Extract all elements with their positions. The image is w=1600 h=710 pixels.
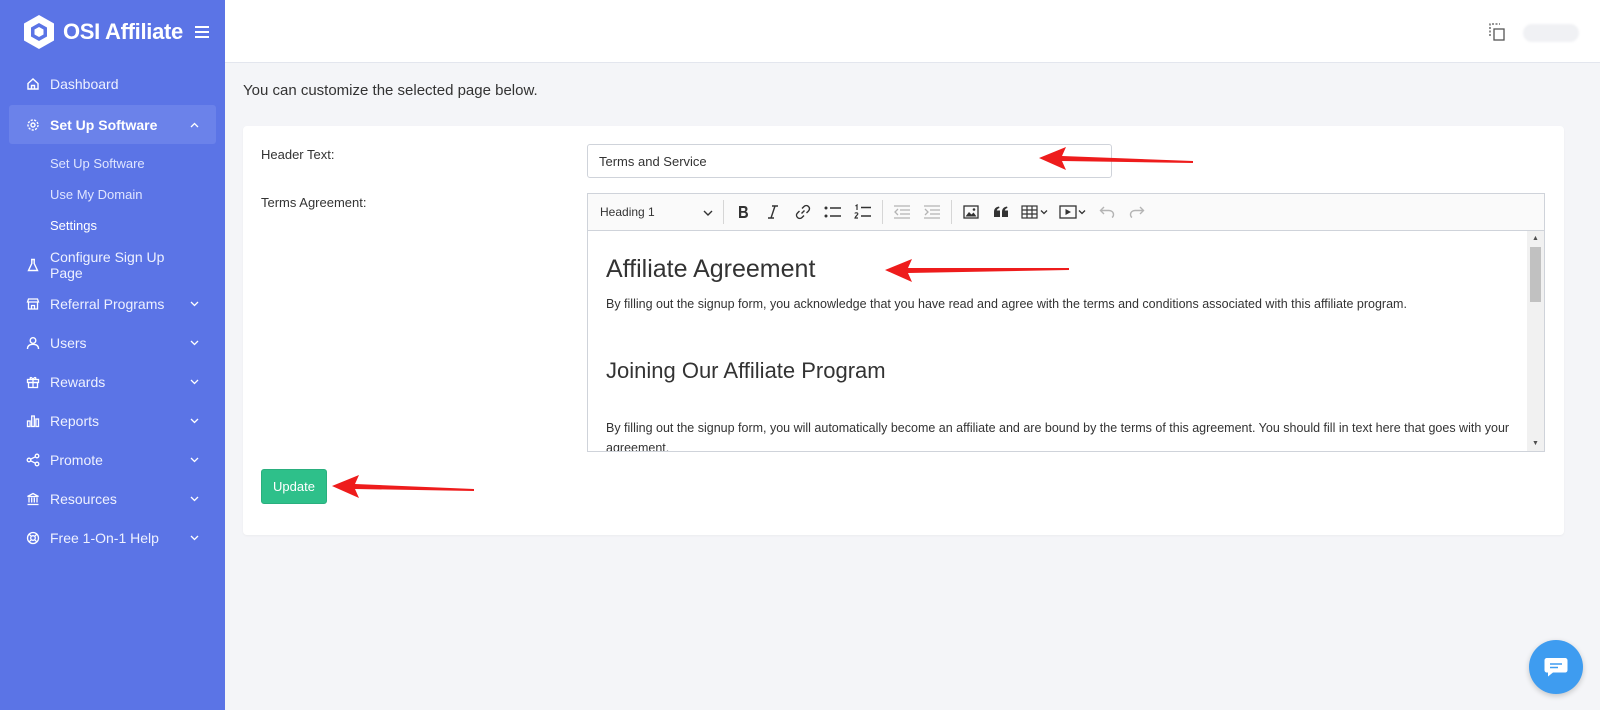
sidebar-item-label: Rewards bbox=[50, 373, 106, 390]
header-text-label: Header Text: bbox=[261, 147, 335, 162]
brand: OSI Affiliate bbox=[0, 0, 225, 64]
sidebar-subnav-set-up-software: Set Up Software Use My Domain Settings bbox=[0, 148, 225, 241]
sidebar-item-label: Dashboard bbox=[50, 75, 119, 92]
annotation-arrow-icon bbox=[1039, 147, 1193, 170]
terms-agreement-label: Terms Agreement: bbox=[261, 195, 367, 210]
sidebar-item-label: Set Up Software bbox=[50, 116, 158, 133]
sidebar-item-label: Reports bbox=[50, 412, 100, 429]
chevron-up-icon bbox=[189, 120, 199, 130]
undo-icon[interactable] bbox=[1092, 199, 1122, 225]
link-icon[interactable] bbox=[788, 199, 818, 225]
scrollbar-thumb[interactable] bbox=[1530, 247, 1541, 302]
copy-page-icon[interactable] bbox=[1488, 22, 1506, 42]
lifebuoy-icon bbox=[25, 530, 40, 545]
insert-table-icon[interactable] bbox=[1016, 199, 1054, 225]
annotation-arrow-icon bbox=[885, 259, 1069, 282]
user-avatar[interactable] bbox=[1523, 24, 1579, 42]
app-name: OSI Affiliate bbox=[63, 19, 183, 44]
scroll-up-arrow-icon[interactable]: ▲ bbox=[1527, 231, 1544, 246]
sidebar-item-free-help[interactable]: Free 1-On-1 Help bbox=[0, 518, 225, 557]
share-icon bbox=[25, 452, 40, 467]
insert-media-icon[interactable] bbox=[1054, 199, 1092, 225]
chevron-down-icon bbox=[189, 416, 199, 426]
sidebar-item-dashboard[interactable]: Dashboard bbox=[0, 64, 225, 103]
toolbar-divider bbox=[723, 200, 724, 224]
chevron-down-icon bbox=[189, 377, 199, 387]
sidebar-item-referral-programs[interactable]: Referral Programs bbox=[0, 284, 225, 323]
joining-heading: Joining Our Affiliate Program bbox=[606, 358, 886, 383]
chevron-down-icon bbox=[189, 533, 199, 543]
scroll-down-arrow-icon[interactable]: ▼ bbox=[1527, 436, 1544, 451]
sidebar-item-reports[interactable]: Reports bbox=[0, 401, 225, 440]
bank-icon bbox=[25, 491, 40, 506]
outdent-icon[interactable] bbox=[887, 199, 917, 225]
insert-image-icon[interactable] bbox=[956, 199, 986, 225]
editor-toolbar: Heading 1 bbox=[588, 194, 1544, 231]
sidebar-item-label: Promote bbox=[50, 451, 103, 468]
sidebar-subitem-set-up-software[interactable]: Set Up Software bbox=[0, 148, 225, 179]
italic-icon[interactable] bbox=[758, 199, 788, 225]
heading-dropdown[interactable]: Heading 1 bbox=[594, 200, 719, 225]
sidebar-subitem-use-my-domain[interactable]: Use My Domain bbox=[0, 179, 225, 210]
joining-paragraph: By filling out the signup form, you will… bbox=[606, 421, 1510, 451]
block-quote-icon[interactable] bbox=[986, 199, 1016, 225]
sidebar-item-label: Users bbox=[50, 334, 87, 351]
indent-icon[interactable] bbox=[917, 199, 947, 225]
update-button[interactable]: Update bbox=[261, 469, 327, 504]
chevron-down-icon bbox=[189, 299, 199, 309]
chat-bubble-icon[interactable] bbox=[1529, 640, 1583, 694]
sidebar-item-configure-sign-up-page[interactable]: Configure Sign Up Page bbox=[0, 245, 225, 284]
bar-chart-icon bbox=[25, 413, 40, 428]
terms-editor: Heading 1 Affiliate Agreement By filling… bbox=[587, 193, 1545, 452]
bulleted-list-icon[interactable] bbox=[818, 199, 848, 225]
redo-icon[interactable] bbox=[1122, 199, 1152, 225]
home-icon bbox=[25, 76, 40, 91]
sidebar: OSI Affiliate Dashboard Set Up Software … bbox=[0, 0, 225, 710]
chevron-down-icon bbox=[189, 338, 199, 348]
gear-icon bbox=[25, 117, 40, 132]
sidebar-item-resources[interactable]: Resources bbox=[0, 479, 225, 518]
hamburger-menu-icon[interactable] bbox=[194, 23, 209, 41]
chevron-down-icon bbox=[189, 494, 199, 504]
sidebar-item-set-up-software[interactable]: Set Up Software bbox=[9, 105, 216, 144]
toolbar-divider bbox=[882, 200, 883, 224]
editor-scrollbar[interactable]: ▲ ▼ bbox=[1527, 231, 1544, 451]
sidebar-item-promote[interactable]: Promote bbox=[0, 440, 225, 479]
annotation-arrow-icon bbox=[332, 475, 474, 498]
user-icon bbox=[25, 335, 40, 350]
flask-icon bbox=[25, 257, 40, 272]
sidebar-item-label: Free 1-On-1 Help bbox=[50, 529, 159, 546]
chevron-down-icon bbox=[189, 455, 199, 465]
sidebar-item-label: Configure Sign Up Page bbox=[50, 248, 165, 281]
agreement-intro-paragraph: By filling out the signup form, you ackn… bbox=[606, 297, 1407, 311]
sidebar-item-users[interactable]: Users bbox=[0, 323, 225, 362]
sidebar-item-label: Resources bbox=[50, 490, 117, 507]
chevron-down-icon bbox=[703, 205, 713, 219]
topbar bbox=[225, 0, 1600, 63]
bold-icon[interactable] bbox=[728, 199, 758, 225]
store-icon bbox=[25, 296, 40, 311]
gift-icon bbox=[25, 374, 40, 389]
heading-dropdown-value: Heading 1 bbox=[600, 205, 655, 219]
sidebar-item-rewards[interactable]: Rewards bbox=[0, 362, 225, 401]
page-caption: You can customize the selected page belo… bbox=[243, 82, 538, 99]
toolbar-divider bbox=[951, 200, 952, 224]
sidebar-nav: Dashboard Set Up Software Set Up Softwar… bbox=[0, 64, 225, 557]
header-text-input[interactable] bbox=[587, 144, 1112, 178]
hexagon-logo-icon bbox=[22, 14, 56, 50]
numbered-list-icon[interactable] bbox=[848, 199, 878, 225]
sidebar-item-label: Referral Programs bbox=[50, 295, 165, 312]
sidebar-subitem-settings[interactable]: Settings bbox=[0, 210, 225, 241]
